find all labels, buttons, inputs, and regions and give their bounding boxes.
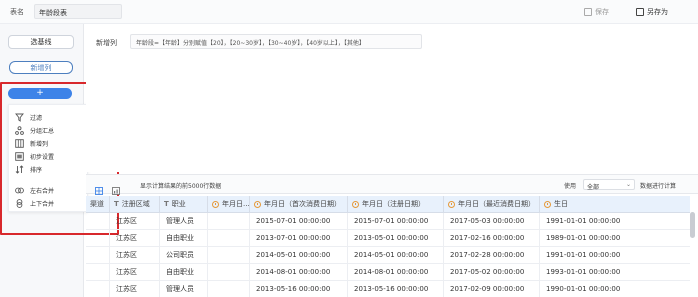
table-cell: 2017-02-28 00:00:00: [444, 247, 540, 264]
table-cell: 1993-01-01 00:00:00: [546, 268, 621, 276]
table-cell: 管理人员: [160, 213, 208, 230]
table-cell: 自由职业: [160, 230, 208, 247]
table-cell: 2014-08-01 00:00:00: [250, 264, 348, 281]
table-name-input[interactable]: 年龄段表: [34, 4, 122, 19]
table-cell: 2013-07-01 00:00:00: [250, 230, 348, 247]
table-cell: [208, 281, 250, 297]
column-header-date[interactable]: 年月日...: [208, 196, 250, 213]
table-cell: 管理人员: [160, 281, 208, 297]
column-header-occupation[interactable]: T 职业: [160, 196, 208, 213]
save-button-label: 保存: [595, 8, 609, 16]
text-type-icon: T: [114, 200, 119, 208]
column-header-last-purchase[interactable]: 年月日（最近消费日期）: [444, 196, 540, 213]
table-cell: [86, 281, 110, 297]
table-cell: 2015-07-01 00:00:00: [250, 213, 348, 230]
compute-label: 数据进行计算: [640, 183, 677, 190]
use-label: 使用: [564, 183, 577, 190]
table-cell: 自由职业: [160, 264, 208, 281]
new-column-button-label: 新增列: [30, 64, 52, 72]
clock-icon: [212, 201, 219, 208]
formula-display[interactable]: 年龄段=【年龄】分别赋值【20】，【20~30岁】，【30~40岁】，【40岁以…: [130, 34, 422, 49]
table-row[interactable]: 江苏区 管理人员 2015-07-01 00:00:00 2015-07-01 …: [86, 213, 690, 230]
clock-icon: [448, 201, 455, 208]
column-header-register-date[interactable]: 年月日（注册日期）: [348, 196, 444, 213]
table-row[interactable]: 江苏区 自由职业 2014-08-01 00:00:00 2014-08-01 …: [86, 264, 690, 281]
clock-icon: [254, 201, 261, 208]
table-cell: 2017-05-02 00:00:00: [444, 264, 540, 281]
select-field-button[interactable]: 选基线: [8, 35, 74, 49]
clock-icon: [352, 201, 359, 208]
table-cell: [86, 213, 110, 230]
table-cell: [86, 264, 110, 281]
column-header-birthday[interactable]: 生日: [540, 196, 690, 213]
table-name-value: 年龄段表: [39, 9, 67, 17]
table-cell: 2013-05-16 00:00:00: [250, 281, 348, 297]
table-cell: 1991-01-01 00:00:00: [546, 251, 621, 259]
formula-text: 年龄段=【年龄】分别赋值【20】，【20~30岁】，【30~40岁】，【40岁以…: [136, 40, 365, 47]
table-cell: 2017-05-03 00:00:00: [444, 213, 540, 230]
table-cell: 江苏区: [110, 213, 160, 230]
table-cell: 2013-05-16 00:00:00: [348, 281, 444, 297]
table-cell: 江苏区: [110, 264, 160, 281]
table-cell: 公司职员: [160, 247, 208, 264]
table-cell: [86, 247, 110, 264]
table-cell: [208, 230, 250, 247]
column-header-region[interactable]: T 注册区域: [110, 196, 160, 213]
data-scope-value: 全部: [587, 184, 600, 191]
table-cell: [208, 213, 250, 230]
table-cell: [208, 247, 250, 264]
new-column-button[interactable]: 新增列: [9, 61, 73, 74]
clock-icon: [544, 201, 551, 208]
save-as-button[interactable]: 另存为: [636, 7, 668, 17]
select-field-label: 选基线: [30, 38, 52, 46]
table-row[interactable]: 江苏区 管理人员 2013-05-16 00:00:00 2013-05-16 …: [86, 281, 690, 297]
table-header: 渠道 T 注册区域 T 职业 年月日... 年月日（首次消费日期） 年月日（注册…: [86, 196, 690, 213]
column-header-first-purchase[interactable]: 年月日（首次消费日期）: [250, 196, 348, 213]
table-cell: 2013-05-01 00:00:00: [348, 230, 444, 247]
save-icon: [584, 8, 592, 16]
table-row[interactable]: 江苏区 公司职员 2014-05-01 00:00:00 2014-05-01 …: [86, 247, 690, 264]
table-cell: 2017-02-09 00:00:00: [444, 281, 540, 297]
table-cell: 2014-05-01 00:00:00: [348, 247, 444, 264]
result-info-text: 显示计算结果的前5000行数据: [140, 183, 222, 190]
table-cell: 江苏区: [110, 230, 160, 247]
text-type-icon: T: [164, 200, 169, 208]
table-cell: 2014-08-01 00:00:00: [348, 264, 444, 281]
table-cell: 2017-02-16 00:00:00: [444, 230, 540, 247]
chevron-down-icon: ⌄: [625, 181, 631, 188]
table-cell: [208, 264, 250, 281]
formula-label: 新增列: [96, 39, 117, 47]
save-as-button-label: 另存为: [647, 8, 668, 16]
data-scope-select[interactable]: 全部 ⌄: [583, 179, 635, 191]
column-header-channel[interactable]: 渠道: [86, 196, 110, 213]
table-cell: 江苏区: [110, 247, 160, 264]
table-cell: 1990-01-01 00:00:00: [546, 285, 621, 293]
table-cell: 江苏区: [110, 281, 160, 297]
save-as-icon: [636, 8, 644, 16]
table-cell: 2015-07-01 00:00:00: [348, 213, 444, 230]
table-cell: 2014-05-01 00:00:00: [250, 247, 348, 264]
table-cell: 1991-01-01 00:00:00: [546, 217, 621, 225]
table-row[interactable]: 江苏区 自由职业 2013-07-01 00:00:00 2013-05-01 …: [86, 230, 690, 247]
vertical-scrollbar[interactable]: [690, 212, 695, 238]
table-name-label: 表名: [10, 8, 24, 16]
table-cell: 1989-01-01 00:00:00: [546, 234, 621, 242]
save-button[interactable]: 保存: [584, 7, 609, 17]
table-cell: [86, 230, 110, 247]
